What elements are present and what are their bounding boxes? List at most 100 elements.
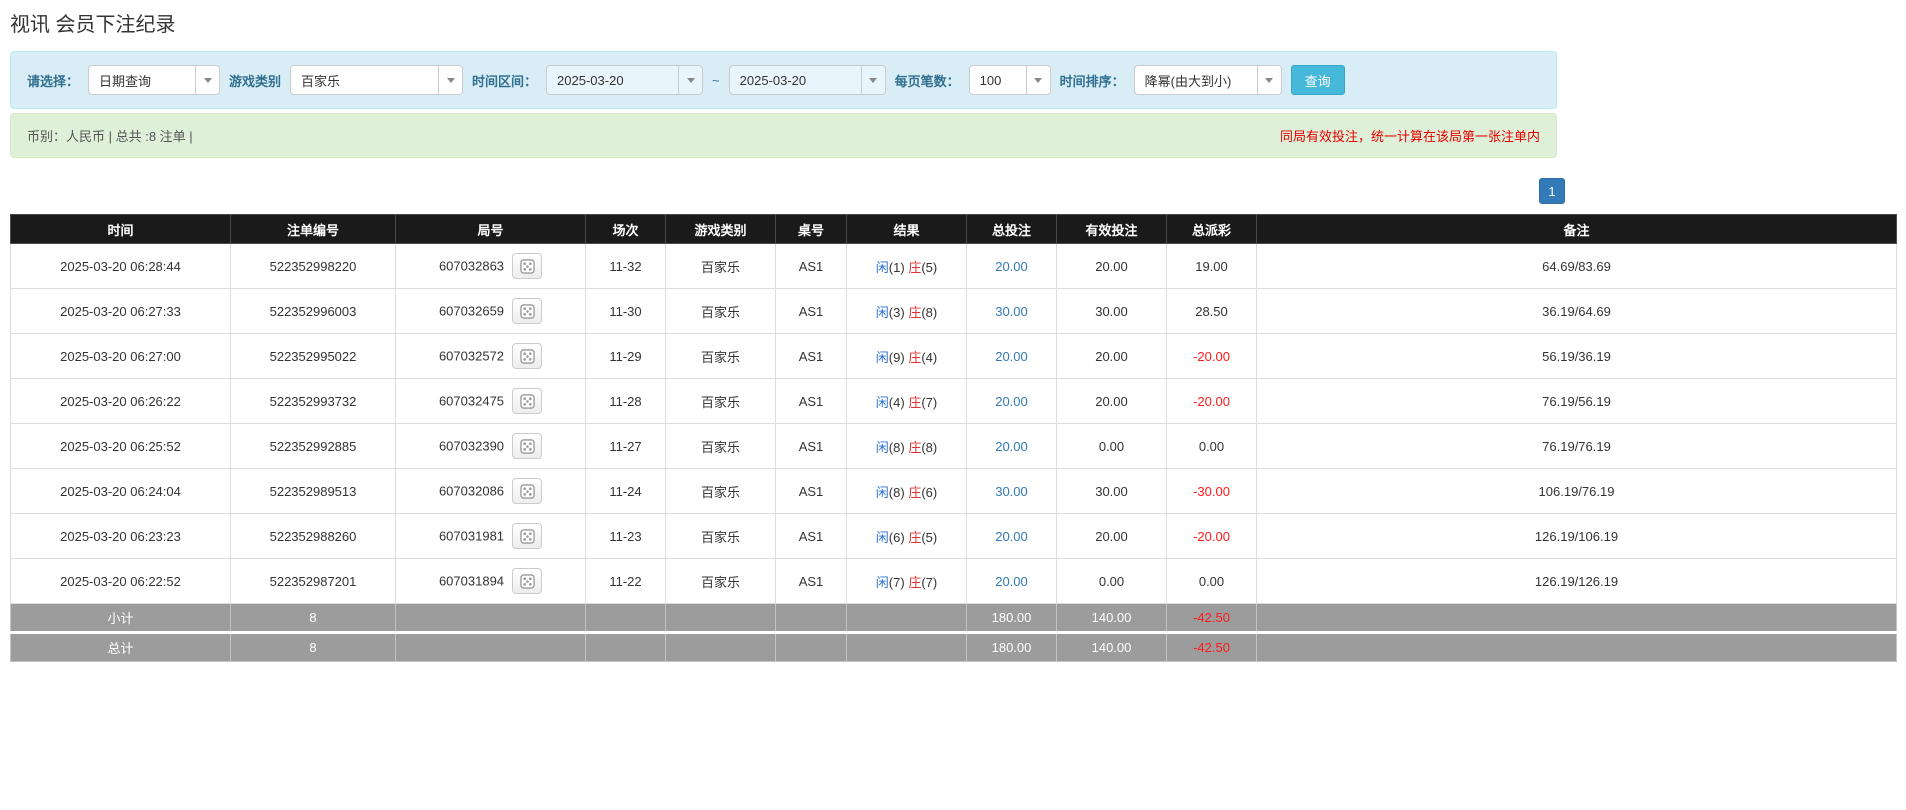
total-total-bet: 180.00 — [966, 631, 1057, 662]
round-detail-button[interactable] — [512, 433, 543, 459]
total-bet-cell[interactable]: 30.00 — [966, 288, 1057, 334]
dice-icon — [519, 348, 535, 364]
result-banker-score: (7) — [921, 574, 938, 590]
payout-value: 0.00 — [1198, 573, 1225, 589]
header-payout: 总派彩 — [1166, 214, 1257, 244]
round-detail-button[interactable] — [512, 298, 543, 324]
payout-cell: 28.50 — [1166, 288, 1257, 334]
result-player: 闲 — [875, 439, 889, 455]
payout-cell: 0.00 — [1166, 423, 1257, 469]
header-round-id: 局号 — [395, 214, 586, 244]
round-detail-button[interactable] — [512, 388, 543, 414]
game-type-cell: 百家乐 — [665, 423, 776, 469]
round-detail-button[interactable] — [512, 253, 543, 279]
result-cell: 闲(7) 庄(7) — [846, 558, 967, 604]
date-from-caret-button[interactable] — [678, 66, 703, 94]
round-detail-button[interactable] — [512, 523, 543, 549]
table-row: 2025-03-20 06:25:52 522352992885 6070323… — [10, 423, 1897, 469]
total-bet-cell[interactable]: 20.00 — [966, 378, 1057, 424]
result-player-score: (8) — [888, 484, 905, 500]
valid-bet-cell: 30.00 — [1056, 288, 1167, 334]
round-cell: 607032475 — [395, 378, 586, 424]
result-player-score: (3) — [888, 304, 905, 320]
session-cell: 11-32 — [585, 243, 666, 289]
query-type-caret-button[interactable] — [195, 66, 220, 94]
payout-cell: 19.00 — [1166, 243, 1257, 289]
result-banker: 庄 — [908, 574, 922, 590]
total-bet-link: 20.00 — [995, 258, 1028, 274]
table-row: 2025-03-20 06:22:52 522352987201 6070318… — [10, 558, 1897, 604]
select-type-label: 请选择： — [27, 73, 80, 89]
total-bet-cell[interactable]: 20.00 — [966, 243, 1057, 289]
payout-cell: -30.00 — [1166, 468, 1257, 514]
valid-bet-cell: 30.00 — [1056, 468, 1167, 514]
payout-value: -20.00 — [1193, 528, 1230, 544]
subtotal-label: 小计 — [10, 603, 231, 633]
bet-id-cell: 522352992885 — [230, 423, 396, 469]
remark-cell: 64.69/83.69 — [1256, 243, 1897, 289]
payout-value: 28.50 — [1195, 303, 1228, 319]
result-player-score: (8) — [888, 439, 905, 455]
result-player: 闲 — [875, 484, 889, 500]
table-footer: 小计 8 180.00 140.00 -42.50 总计 8 180.00 14… — [10, 603, 1897, 662]
query-type-select[interactable]: 日期查询 — [88, 65, 221, 95]
table-no-cell: AS1 — [775, 333, 847, 379]
game-type-caret-button[interactable] — [438, 66, 463, 94]
result-player-score: (1) — [888, 259, 905, 275]
result-banker: 庄 — [908, 259, 922, 275]
remark-cell: 76.19/56.19 — [1256, 378, 1897, 424]
page-size-select[interactable]: 100 — [968, 65, 1051, 95]
remark-cell: 36.19/64.69 — [1256, 288, 1897, 334]
round-cell: 607032863 — [395, 243, 586, 289]
payout-value: -30.00 — [1193, 483, 1230, 499]
time-sort-select[interactable]: 降幂(由大到小) — [1133, 65, 1282, 95]
subtotal-payout: -42.50 — [1166, 603, 1257, 633]
time-cell: 2025-03-20 06:28:44 — [10, 243, 231, 289]
bet-id-cell: 522352995022 — [230, 333, 396, 379]
round-id: 607031894 — [438, 573, 505, 589]
header-valid-bet: 有效投注 — [1056, 214, 1167, 244]
dice-icon — [519, 393, 535, 409]
result-player-score: (6) — [888, 529, 905, 545]
time-sort-label: 时间排序： — [1059, 73, 1125, 89]
game-type-cell: 百家乐 — [665, 243, 776, 289]
game-type-cell: 百家乐 — [665, 558, 776, 604]
pagination-page-1-button[interactable]: 1 — [1539, 178, 1565, 204]
time-sort-caret-button[interactable] — [1256, 66, 1281, 94]
result-banker: 庄 — [908, 439, 922, 455]
total-bet-cell[interactable]: 20.00 — [966, 423, 1057, 469]
result-banker-score: (8) — [921, 439, 938, 455]
table-row: 2025-03-20 06:27:00 522352995022 6070325… — [10, 333, 1897, 379]
total-bet-cell[interactable]: 20.00 — [966, 513, 1057, 559]
round-detail-button[interactable] — [512, 478, 543, 504]
date-to-input[interactable]: 2025-03-20 — [728, 65, 886, 95]
result-banker-score: (8) — [921, 304, 938, 320]
date-from-input[interactable]: 2025-03-20 — [546, 65, 704, 95]
date-to-caret-button[interactable] — [860, 66, 885, 94]
table-no-cell: AS1 — [775, 423, 847, 469]
date-to-value: 2025-03-20 — [739, 72, 807, 88]
round-detail-button[interactable] — [512, 343, 543, 369]
round-id: 607032390 — [438, 438, 505, 454]
total-bet-cell[interactable]: 20.00 — [966, 333, 1057, 379]
result-banker: 庄 — [908, 394, 922, 410]
total-bet-cell[interactable]: 20.00 — [966, 558, 1057, 604]
pagination: 1 — [10, 178, 1565, 204]
search-button[interactable]: 查询 — [1290, 65, 1345, 95]
date-from-value: 2025-03-20 — [557, 72, 624, 88]
result-player: 闲 — [875, 394, 889, 410]
time-cell: 2025-03-20 06:27:00 — [10, 333, 231, 379]
round-id: 607032659 — [438, 303, 505, 319]
session-cell: 11-30 — [585, 288, 666, 334]
subtotal-row: 小计 8 180.00 140.00 -42.50 — [10, 603, 1897, 633]
round-detail-button[interactable] — [512, 568, 543, 594]
total-bet-link: 20.00 — [995, 573, 1028, 589]
game-type-select[interactable]: 百家乐 — [290, 65, 464, 95]
payout-cell: -20.00 — [1166, 333, 1257, 379]
table-no-cell: AS1 — [775, 513, 847, 559]
table-header: 时间 注单编号 局号 场次 游戏类别 桌号 结果 总投注 有效投注 总派彩 备注 — [10, 214, 1897, 244]
total-bet-cell[interactable]: 30.00 — [966, 468, 1057, 514]
round-id: 607032863 — [438, 258, 505, 274]
time-cell: 2025-03-20 06:26:22 — [10, 378, 231, 424]
page-size-caret-button[interactable] — [1025, 66, 1050, 94]
